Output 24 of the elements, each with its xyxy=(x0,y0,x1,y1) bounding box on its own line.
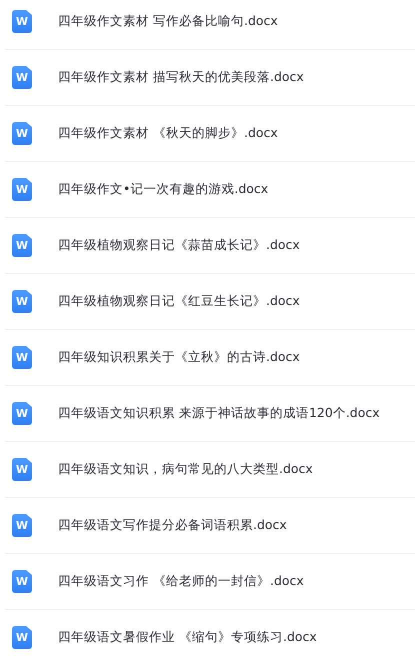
word-document-icon: W xyxy=(12,234,32,257)
file-name[interactable]: 四年级知识积累关于《立秋》的古诗.docx xyxy=(58,349,300,366)
file-name[interactable]: 四年级语文习作 《给老师的一封信》.docx xyxy=(58,573,304,590)
file-name[interactable]: 四年级语文知识积累 来源于神话故事的成语120个.docx xyxy=(58,405,380,422)
file-name[interactable]: 四年级作文素材 写作必备比喻句.docx xyxy=(58,13,278,30)
file-name[interactable]: 四年级作文素材 描写秋天的优美段落.docx xyxy=(58,69,304,86)
word-document-icon: W xyxy=(12,122,32,145)
word-document-icon: W xyxy=(12,66,32,89)
file-name[interactable]: 四年级作文素材 《秋天的脚步》.docx xyxy=(58,125,278,142)
word-document-icon: W xyxy=(12,178,32,201)
word-document-icon: W xyxy=(12,10,32,33)
file-name[interactable]: 四年级植物观察日记《红豆生长记》.docx xyxy=(58,293,300,310)
word-document-icon: W xyxy=(12,402,32,425)
word-document-icon: W xyxy=(12,570,32,593)
word-document-icon: W xyxy=(12,626,32,649)
word-document-icon: W xyxy=(12,290,32,313)
file-name[interactable]: 四年级语文暑假作业 《缩句》专项练习.docx xyxy=(58,629,317,646)
word-document-icon: W xyxy=(12,514,32,537)
file-name[interactable]: 四年级作文•记一次有趣的游戏.docx xyxy=(58,181,268,198)
file-name[interactable]: 四年级语文知识，病句常见的八大类型.docx xyxy=(58,461,313,478)
file-name[interactable]: 四年级植物观察日记《蒜苗成长记》.docx xyxy=(58,237,300,254)
word-document-icon: W xyxy=(12,346,32,369)
word-document-icon: W xyxy=(12,458,32,481)
file-name[interactable]: 四年级语文写作提分必备词语积累.docx xyxy=(58,517,287,534)
